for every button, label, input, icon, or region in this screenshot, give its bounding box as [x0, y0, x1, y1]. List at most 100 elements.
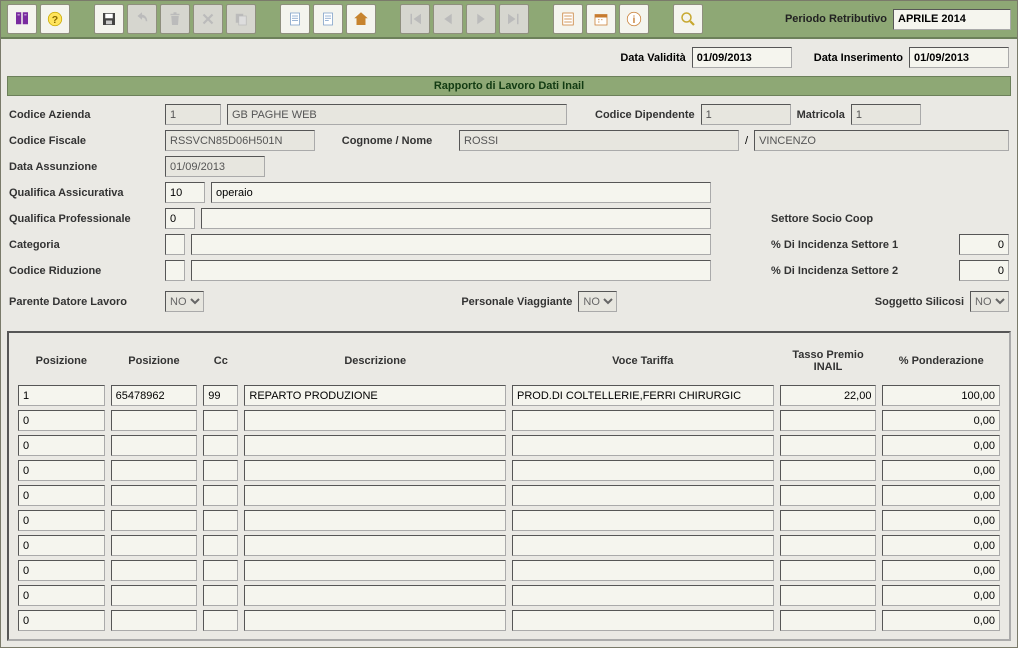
cell-cc[interactable] — [203, 410, 238, 431]
cell-tasso[interactable] — [780, 385, 877, 406]
matricola-input[interactable] — [851, 104, 921, 125]
cell-pond[interactable] — [882, 560, 1000, 581]
cell-pos1[interactable] — [18, 485, 105, 506]
cell-cc[interactable] — [203, 560, 238, 581]
save-icon[interactable] — [94, 4, 124, 34]
cell-tasso[interactable] — [780, 410, 877, 431]
cell-pos2[interactable] — [111, 460, 198, 481]
cell-pos1[interactable] — [18, 435, 105, 456]
parente-select[interactable]: NO — [165, 291, 204, 312]
calendar-icon[interactable] — [586, 4, 616, 34]
categoria-desc-input[interactable] — [191, 234, 711, 255]
cell-voce[interactable] — [512, 560, 774, 581]
cell-cc[interactable] — [203, 535, 238, 556]
cell-pos2[interactable] — [111, 485, 198, 506]
cell-cc[interactable] — [203, 385, 238, 406]
viaggiante-select[interactable]: NO — [578, 291, 617, 312]
incidenza1-input[interactable] — [959, 234, 1009, 255]
data-inserimento-input[interactable] — [909, 47, 1009, 68]
cell-pond[interactable] — [882, 485, 1000, 506]
cell-voce[interactable] — [512, 385, 774, 406]
cell-voce[interactable] — [512, 410, 774, 431]
help-icon[interactable]: ? — [40, 4, 70, 34]
cell-voce[interactable] — [512, 585, 774, 606]
codice-riduzione-code-input[interactable] — [165, 260, 185, 281]
doc2-icon[interactable] — [313, 4, 343, 34]
cell-tasso[interactable] — [780, 460, 877, 481]
cell-pos2[interactable] — [111, 610, 198, 631]
codice-riduzione-desc-input[interactable] — [191, 260, 711, 281]
cell-tasso[interactable] — [780, 585, 877, 606]
silicosi-select[interactable]: NO — [970, 291, 1009, 312]
cell-voce[interactable] — [512, 460, 774, 481]
nome-input[interactable] — [754, 130, 1009, 151]
cell-pos1[interactable] — [18, 385, 105, 406]
cell-tasso[interactable] — [780, 435, 877, 456]
codice-dipendente-input[interactable] — [701, 104, 791, 125]
cell-desc[interactable] — [244, 510, 506, 531]
cell-tasso[interactable] — [780, 610, 877, 631]
codice-fiscale-input[interactable] — [165, 130, 315, 151]
cell-desc[interactable] — [244, 610, 506, 631]
data-validita-input[interactable] — [692, 47, 792, 68]
cell-pos1[interactable] — [18, 610, 105, 631]
cell-pos1[interactable] — [18, 460, 105, 481]
cell-pond[interactable] — [882, 435, 1000, 456]
cell-pos2[interactable] — [111, 435, 198, 456]
info-icon[interactable]: i — [619, 4, 649, 34]
cell-desc[interactable] — [244, 560, 506, 581]
cell-cc[interactable] — [203, 585, 238, 606]
cell-pos2[interactable] — [111, 510, 198, 531]
cell-pond[interactable] — [882, 460, 1000, 481]
qual-assic-desc-input[interactable] — [211, 182, 711, 203]
list-icon[interactable] — [553, 4, 583, 34]
cell-desc[interactable] — [244, 385, 506, 406]
cell-pos2[interactable] — [111, 385, 198, 406]
cell-cc[interactable] — [203, 485, 238, 506]
cell-voce[interactable] — [512, 510, 774, 531]
cell-voce[interactable] — [512, 610, 774, 631]
incidenza2-input[interactable] — [959, 260, 1009, 281]
cell-tasso[interactable] — [780, 510, 877, 531]
cell-pos1[interactable] — [18, 535, 105, 556]
cell-pos2[interactable] — [111, 535, 198, 556]
cell-desc[interactable] — [244, 435, 506, 456]
cell-desc[interactable] — [244, 410, 506, 431]
cell-cc[interactable] — [203, 460, 238, 481]
cell-pos2[interactable] — [111, 410, 198, 431]
cell-voce[interactable] — [512, 485, 774, 506]
cell-pond[interactable] — [882, 410, 1000, 431]
cell-pond[interactable] — [882, 385, 1000, 406]
qual-prof-code-input[interactable] — [165, 208, 195, 229]
cell-pos1[interactable] — [18, 410, 105, 431]
cell-cc[interactable] — [203, 435, 238, 456]
cell-tasso[interactable] — [780, 560, 877, 581]
home-icon[interactable] — [346, 4, 376, 34]
cell-desc[interactable] — [244, 585, 506, 606]
doc-icon[interactable] — [280, 4, 310, 34]
cell-pond[interactable] — [882, 585, 1000, 606]
search-icon[interactable] — [673, 4, 703, 34]
cell-desc[interactable] — [244, 535, 506, 556]
cell-pos1[interactable] — [18, 585, 105, 606]
cell-pos2[interactable] — [111, 560, 198, 581]
periodo-input[interactable] — [893, 9, 1011, 30]
cell-tasso[interactable] — [780, 485, 877, 506]
book-icon[interactable] — [7, 4, 37, 34]
cell-tasso[interactable] — [780, 535, 877, 556]
cell-pond[interactable] — [882, 510, 1000, 531]
cell-voce[interactable] — [512, 435, 774, 456]
cell-cc[interactable] — [203, 510, 238, 531]
cell-pond[interactable] — [882, 610, 1000, 631]
cell-voce[interactable] — [512, 535, 774, 556]
cell-pos2[interactable] — [111, 585, 198, 606]
cognome-input[interactable] — [459, 130, 739, 151]
codice-azienda-input[interactable] — [165, 104, 221, 125]
qual-assic-code-input[interactable] — [165, 182, 205, 203]
cell-pos1[interactable] — [18, 510, 105, 531]
cell-desc[interactable] — [244, 460, 506, 481]
data-assunzione-input[interactable] — [165, 156, 265, 177]
categoria-code-input[interactable] — [165, 234, 185, 255]
cell-pond[interactable] — [882, 535, 1000, 556]
qual-prof-desc-input[interactable] — [201, 208, 711, 229]
